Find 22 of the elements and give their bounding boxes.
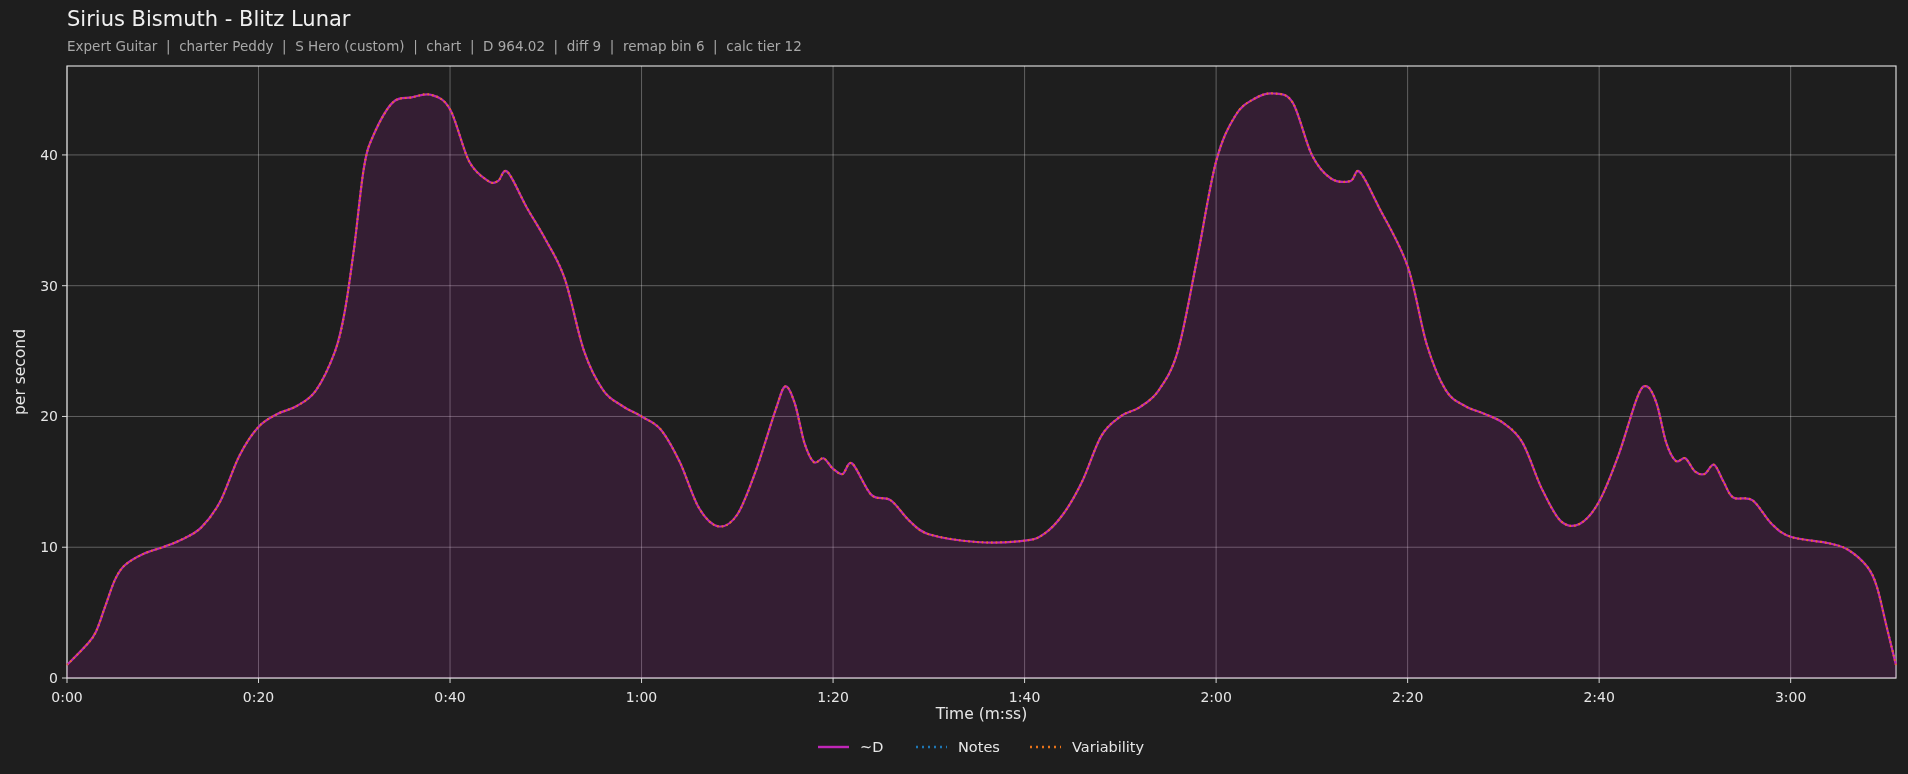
x-tick-label: 1:40 xyxy=(1008,689,1041,705)
x-tick-label: 2:00 xyxy=(1200,689,1232,705)
y-tick-label: 20 xyxy=(40,408,58,425)
x-tick-label: 0:00 xyxy=(51,689,83,705)
x-tick-label: 0:40 xyxy=(434,689,466,705)
legend-label: Variability xyxy=(1072,739,1145,755)
x-tick-label: 3:00 xyxy=(1774,689,1807,705)
y-tick-label: 10 xyxy=(40,539,58,556)
x-axis-label: Time (m:ss) xyxy=(935,705,1028,723)
x-tick-label: 1:00 xyxy=(625,689,658,705)
x-tick-label: 0:20 xyxy=(242,689,275,705)
x-tick-label: 1:20 xyxy=(817,689,849,705)
y-axis-label: per second xyxy=(11,329,29,415)
y-tick-label: 30 xyxy=(40,277,58,294)
legend-label: Notes xyxy=(958,739,1000,755)
chart-subtitle: Expert Guitar | charter Peddy | S Hero (custom) | chart | D 964.02 | diff 9 | remap bin 6 | calc tier 12 xyxy=(67,37,802,55)
chart-title: Sirius Bismuth - Blitz Lunar xyxy=(67,6,351,32)
y-tick-label: 40 xyxy=(40,146,58,163)
y-tick-label: 0 xyxy=(49,670,58,686)
x-tick-label: 2:40 xyxy=(1583,689,1615,705)
x-tick-label: 2:20 xyxy=(1391,689,1424,705)
legend-label: ~D xyxy=(860,739,884,755)
